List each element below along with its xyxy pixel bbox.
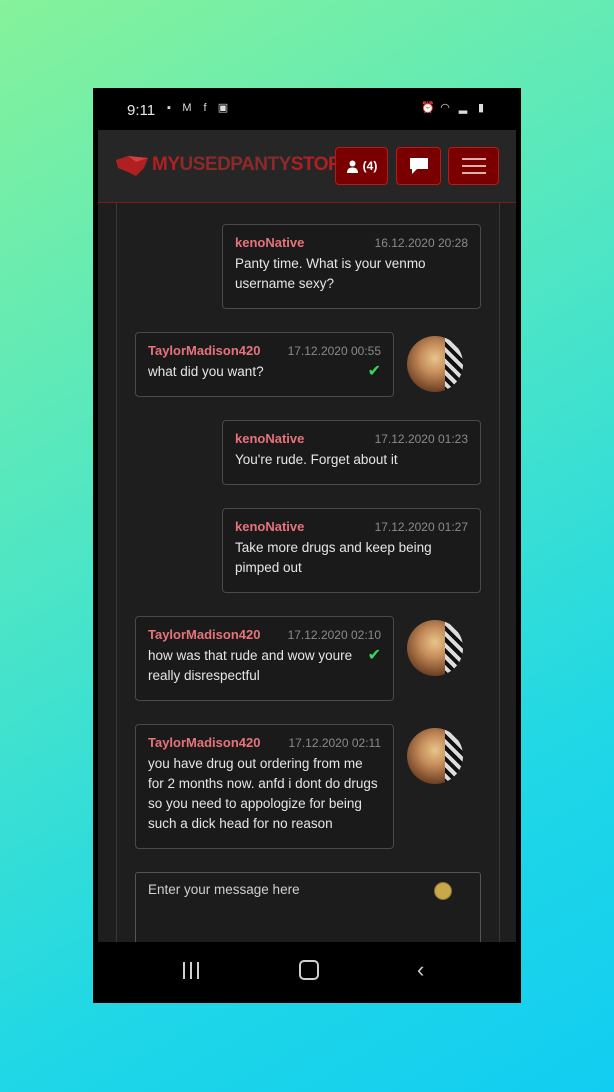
site-logo[interactable]: MYUSEDPANTYSTORE <box>114 150 336 180</box>
messages-button[interactable] <box>396 147 441 185</box>
site-logo-text: MYUSEDPANTYSTORE <box>152 154 336 176</box>
alarm-icon: ⏰ <box>421 102 435 114</box>
phone-frame: 9:11 ▪ M f ▣ ⏰ ◠ ▂ ▮ MYUSEDPANTYSTORE <box>93 88 521 1003</box>
message-input[interactable] <box>146 881 430 898</box>
back-icon[interactable]: ‹ <box>417 959 424 981</box>
gmail-icon: M <box>182 102 192 114</box>
panty-logo-icon <box>116 156 148 176</box>
system-icons: ⏰ ◠ ▂ ▮ <box>421 102 487 114</box>
message-bubble-received: TaylorMadison420 17.12.2020 00:55 what d… <box>135 332 394 397</box>
message-text: Take more drugs and keep being pimped ou… <box>235 540 432 575</box>
message-username[interactable]: kenoNative <box>235 519 304 534</box>
read-check-icon: ✔ <box>367 647 381 664</box>
message-bubble-sent: kenoNative 16.12.2020 20:28 Panty time. … <box>222 224 481 309</box>
message-timestamp: 17.12.2020 01:23 <box>374 432 468 446</box>
message-username[interactable]: kenoNative <box>235 235 304 250</box>
message-bubble-sent: kenoNative 17.12.2020 01:23 You're rude.… <box>222 420 481 485</box>
status-time: 9:11 <box>127 102 156 119</box>
message-bubble-received: TaylorMadison420 17.12.2020 02:11 you ha… <box>135 724 394 849</box>
message-username[interactable]: TaylorMadison420 <box>148 343 260 358</box>
message-notification-icon: ▪ <box>167 102 171 114</box>
emoji-icon[interactable] <box>434 882 452 900</box>
users-count: (4) <box>362 159 378 173</box>
android-nav-bar: ‹ <box>93 942 521 1003</box>
message-timestamp: 16.12.2020 20:28 <box>374 236 468 250</box>
user-icon <box>346 160 358 173</box>
hamburger-icon <box>461 153 486 179</box>
message-timestamp: 17.12.2020 00:55 <box>287 344 381 358</box>
logo-text-part2: USEDPANTY <box>179 154 292 175</box>
message-composer <box>135 872 481 942</box>
message-username[interactable]: TaylorMadison420 <box>148 735 260 750</box>
avatar[interactable] <box>407 728 463 784</box>
message-text: You're rude. Forget about it <box>235 452 398 467</box>
home-icon[interactable] <box>299 960 319 980</box>
read-check-icon: ✔ <box>367 363 381 380</box>
message-timestamp: 17.12.2020 02:10 <box>287 628 381 642</box>
logo-text-part1: MY <box>152 154 180 175</box>
menu-button[interactable] <box>448 147 499 185</box>
message-bubble-sent: kenoNative 17.12.2020 01:27 Take more dr… <box>222 508 481 593</box>
top-navbar: MYUSEDPANTYSTORE (4) <box>98 130 516 203</box>
avatar[interactable] <box>407 336 463 392</box>
message-username[interactable]: TaylorMadison420 <box>148 627 260 642</box>
image-notification-icon: ▣ <box>217 102 229 114</box>
status-bar: 9:11 ▪ M f ▣ ⏰ ◠ ▂ ▮ <box>93 88 521 130</box>
users-button[interactable]: (4) <box>335 147 388 185</box>
chat-thread[interactable]: kenoNative 16.12.2020 20:28 Panty time. … <box>116 203 500 942</box>
signal-icon: ▂ <box>458 102 468 114</box>
message-text: you have drug out ordering from me for 2… <box>148 756 378 831</box>
wifi-icon: ◠ <box>440 102 450 114</box>
avatar[interactable] <box>407 620 463 676</box>
message-timestamp: 17.12.2020 02:11 <box>288 736 381 750</box>
message-bubble-received: TaylorMadison420 17.12.2020 02:10 how wa… <box>135 616 394 701</box>
recent-apps-icon[interactable] <box>183 962 199 979</box>
logo-text-part3: STORE <box>290 154 336 175</box>
message-text: what did you want? <box>148 364 264 379</box>
chat-bubble-icon <box>409 158 428 174</box>
app-screen: MYUSEDPANTYSTORE (4) kenoNa <box>98 130 516 942</box>
facebook-icon: f <box>203 102 207 114</box>
battery-icon: ▮ <box>477 102 485 114</box>
message-text: how was that rude and wow youre really d… <box>148 648 353 683</box>
message-username[interactable]: kenoNative <box>235 431 304 446</box>
notification-icons: ▪ M f ▣ <box>163 102 229 114</box>
message-text: Panty time. What is your venmo username … <box>235 256 426 291</box>
message-timestamp: 17.12.2020 01:27 <box>374 520 468 534</box>
